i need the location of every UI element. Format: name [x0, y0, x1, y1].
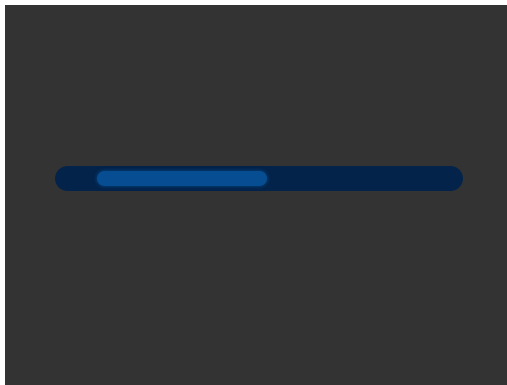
progress-indicator — [97, 171, 268, 186]
progress-panel — [5, 5, 507, 385]
progress-bar — [55, 166, 463, 191]
